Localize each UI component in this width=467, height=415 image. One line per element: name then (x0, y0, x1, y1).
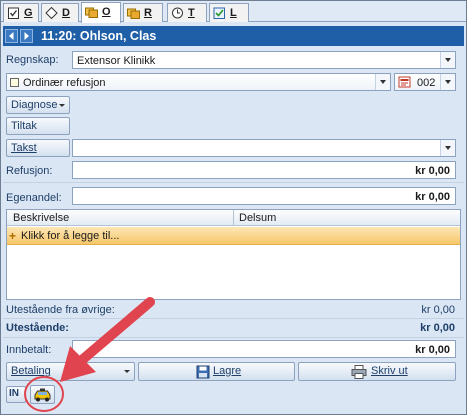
annotation-arrow-shaft (77, 297, 155, 365)
highlight-circle (24, 376, 64, 412)
annotation-overlay (24, 297, 155, 412)
